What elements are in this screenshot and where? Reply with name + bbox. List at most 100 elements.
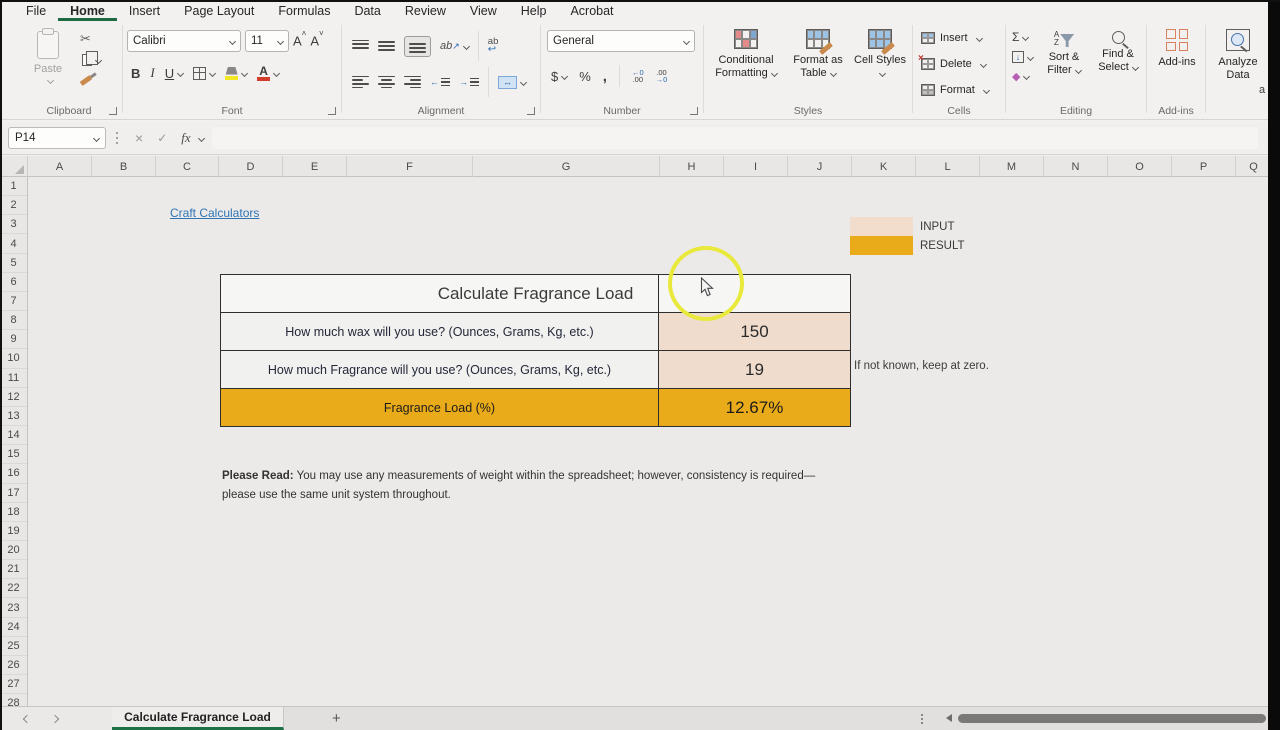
- increase-decimal-button[interactable]: ←0.00: [632, 69, 644, 83]
- ribbon-tab[interactable]: View: [458, 2, 509, 21]
- row-header[interactable]: 2: [0, 196, 27, 215]
- craft-calculators-link[interactable]: Craft Calculators: [170, 206, 259, 220]
- table-title-cell[interactable]: Calculate Fragrance Load: [221, 275, 850, 312]
- enter-icon[interactable]: ✓: [157, 131, 167, 145]
- row-header[interactable]: 3: [0, 215, 27, 234]
- previous-sheet-icon[interactable]: [23, 714, 31, 722]
- analyze-data-button[interactable]: Analyze Data: [1214, 29, 1262, 82]
- align-left-button[interactable]: [352, 76, 369, 89]
- align-center-button[interactable]: [378, 76, 395, 89]
- row-header[interactable]: 12: [0, 388, 27, 407]
- row-header[interactable]: 1: [0, 177, 27, 196]
- column-header[interactable]: K: [852, 156, 916, 177]
- ribbon-tab[interactable]: Home: [58, 2, 117, 21]
- column-header[interactable]: O: [1108, 156, 1172, 177]
- merge-center-button[interactable]: ↔: [498, 76, 526, 89]
- column-header[interactable]: L: [916, 156, 980, 177]
- column-header[interactable]: J: [788, 156, 852, 177]
- select-all-corner[interactable]: [0, 156, 28, 177]
- row-header[interactable]: 8: [0, 311, 27, 330]
- cancel-icon[interactable]: ×: [135, 130, 143, 146]
- percent-format-button[interactable]: %: [579, 69, 591, 84]
- row-header[interactable]: 24: [0, 618, 27, 637]
- next-sheet-icon[interactable]: [51, 714, 59, 722]
- insert-cells-button[interactable]: Insert: [921, 32, 982, 44]
- align-right-button[interactable]: [404, 76, 421, 89]
- question-cell[interactable]: How much Fragrance will you use? (Ounces…: [221, 351, 659, 388]
- cell-styles-button[interactable]: Cell Styles: [854, 29, 906, 80]
- font-color-button[interactable]: A: [257, 66, 279, 81]
- decrease-decimal-button[interactable]: .00→0: [656, 69, 668, 83]
- column-header[interactable]: C: [156, 156, 219, 177]
- row-header[interactable]: 9: [0, 330, 27, 349]
- column-header[interactable]: E: [283, 156, 347, 177]
- bold-button[interactable]: B: [131, 66, 140, 81]
- font-size-combo[interactable]: 11: [245, 30, 289, 52]
- value-cell[interactable]: 150: [659, 313, 850, 350]
- currency-format-button[interactable]: $: [551, 69, 567, 84]
- scroll-left-arrow-icon[interactable]: [946, 714, 952, 722]
- fill-color-button[interactable]: [225, 67, 247, 80]
- column-header[interactable]: H: [660, 156, 724, 177]
- row-header[interactable]: 6: [0, 273, 27, 292]
- column-header[interactable]: M: [980, 156, 1044, 177]
- new-sheet-button[interactable]: +: [332, 710, 341, 727]
- row-header[interactable]: 11: [0, 369, 27, 388]
- column-header[interactable]: B: [92, 156, 156, 177]
- ribbon-tab[interactable]: Acrobat: [558, 2, 625, 21]
- column-header[interactable]: P: [1172, 156, 1236, 177]
- add-ins-button[interactable]: Add-ins: [1155, 29, 1199, 69]
- ribbon-tab[interactable]: File: [14, 2, 58, 21]
- row-header[interactable]: 25: [0, 637, 27, 656]
- question-cell[interactable]: Fragrance Load (%): [221, 389, 659, 426]
- row-header[interactable]: 7: [0, 292, 27, 311]
- row-header[interactable]: 22: [0, 579, 27, 598]
- row-header[interactable]: 20: [0, 541, 27, 560]
- value-cell[interactable]: 12.67%: [659, 389, 850, 426]
- horizontal-scrollbar-thumb[interactable]: [958, 714, 1266, 723]
- row-header[interactable]: 4: [0, 234, 27, 253]
- format-as-table-button[interactable]: Format as Table: [788, 29, 848, 80]
- sheet-tab-active[interactable]: Calculate Fragrance Load: [112, 707, 284, 730]
- row-header[interactable]: 16: [0, 464, 27, 483]
- row-header[interactable]: 26: [0, 656, 27, 675]
- conditional-formatting-button[interactable]: Conditional Formatting: [710, 29, 782, 80]
- column-header[interactable]: A: [28, 156, 92, 177]
- sort-filter-button[interactable]: AZ Sort & Filter: [1040, 31, 1088, 77]
- row-header[interactable]: 14: [0, 426, 27, 445]
- row-header[interactable]: 19: [0, 522, 27, 541]
- delete-cells-button[interactable]: Delete: [921, 58, 986, 70]
- clear-button[interactable]: ◆: [1012, 70, 1033, 83]
- name-box[interactable]: P14: [8, 127, 106, 149]
- row-header[interactable]: 15: [0, 445, 27, 464]
- grow-font-button[interactable]: A˄: [293, 33, 306, 48]
- decrease-indent-button[interactable]: ←: [430, 77, 450, 88]
- ribbon-tab[interactable]: Help: [509, 2, 559, 21]
- question-cell[interactable]: How much wax will you use? (Ounces, Gram…: [221, 313, 659, 350]
- copy-icon[interactable]: [82, 54, 92, 66]
- font-name-combo[interactable]: Calibri: [127, 30, 241, 52]
- column-header[interactable]: F: [347, 156, 473, 177]
- value-cell[interactable]: 19: [659, 351, 850, 388]
- row-header[interactable]: 28: [0, 694, 27, 706]
- align-top-button[interactable]: [352, 40, 369, 53]
- column-header[interactable]: N: [1044, 156, 1108, 177]
- ribbon-tab[interactable]: Formulas: [266, 2, 342, 21]
- clipboard-dialog-launcher[interactable]: [109, 107, 117, 115]
- shrink-font-button[interactable]: A˅: [310, 33, 323, 48]
- align-bottom-button[interactable]: [404, 36, 431, 57]
- comma-format-button[interactable]: ,: [603, 68, 607, 85]
- column-header[interactable]: Q: [1236, 156, 1268, 177]
- increase-indent-button[interactable]: →: [459, 77, 479, 88]
- borders-button[interactable]: [193, 67, 215, 80]
- ribbon-tab[interactable]: Data: [342, 2, 392, 21]
- ribbon-tab[interactable]: Insert: [117, 2, 172, 21]
- column-header[interactable]: G: [473, 156, 660, 177]
- format-painter-icon[interactable]: [80, 75, 93, 86]
- italic-button[interactable]: I: [150, 65, 154, 81]
- column-header[interactable]: D: [219, 156, 283, 177]
- paste-button[interactable]: Paste: [26, 31, 70, 97]
- format-cells-button[interactable]: Format: [921, 84, 989, 96]
- align-middle-button[interactable]: [378, 40, 395, 53]
- column-header[interactable]: I: [724, 156, 788, 177]
